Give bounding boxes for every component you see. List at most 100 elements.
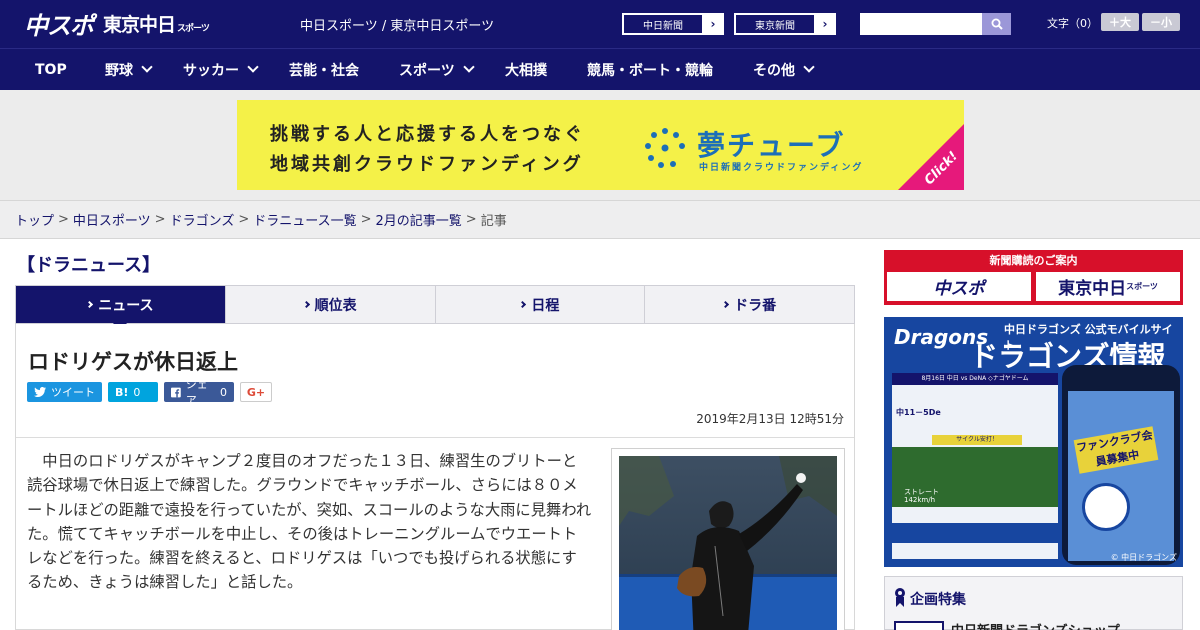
dragons-tabs: ニュース 順位表 日程 ドラ番	[15, 285, 855, 331]
dragons-copyright: © 中日ドラゴンズ	[1110, 553, 1177, 562]
tweet-button[interactable]: ツイート	[27, 382, 102, 402]
top-header: 中スポ 東京中日 スポーツ 中日スポーツ / 東京中日スポーツ 中日新聞 › 東京…	[0, 0, 1200, 48]
breadcrumb-february-list[interactable]: 2月の記事一覧	[376, 210, 462, 229]
google-plus-button[interactable]: G+	[240, 382, 272, 402]
dragons-mobile-ad[interactable]: Dragons 中日ドラゴンズ 公式モバイルサイト ドラゴンズ情報 8月16日 …	[884, 317, 1183, 567]
crowdfunding-ad-banner[interactable]: 挑戦する人と応援する人をつなぐ 地域共創クラウドファンディング 夢チューブ 中日…	[237, 100, 964, 190]
nav-item-soccer[interactable]: サッカー	[183, 49, 259, 90]
facebook-share-button[interactable]: シェア 0	[164, 378, 234, 407]
subscription-banner[interactable]: 新聞購読のご案内 中スポ 東京中日 スポーツ	[884, 250, 1183, 305]
main-nav: TOP 野球 サッカー 芸能・社会 スポーツ 大相撲 競馬・ボート・競輪 その他	[0, 48, 1200, 90]
tokyo-chunichi-logo-small: スポーツ	[177, 23, 210, 34]
tweet-label: ツイート	[51, 386, 95, 399]
tab-schedule[interactable]: 日程	[436, 286, 646, 323]
cycle-hit-badge: サイクル安打！	[932, 435, 1022, 445]
nav-item-baseball[interactable]: 野球	[105, 49, 153, 90]
hatena-count: 0	[133, 385, 141, 399]
breadcrumb-separator: >	[58, 212, 69, 227]
share-buttons: ツイート B! 0 シェア 0 G+	[27, 378, 272, 407]
article-photo-frame[interactable]	[611, 448, 845, 630]
phone-screen	[1068, 391, 1174, 561]
tokyo-chunichi-subscribe-text: 東京中日	[1058, 279, 1127, 299]
dots-logo-icon	[645, 128, 685, 168]
pitch-speed: 142km/h	[904, 496, 936, 504]
chuspo-subscribe-logo[interactable]: 中スポ	[887, 272, 1031, 301]
chevron-right-icon	[722, 300, 730, 309]
chevron-right-icon: ›	[822, 17, 828, 31]
breadcrumb-separator: >	[465, 212, 477, 227]
tokyo-chunichi-subscribe-logo[interactable]: 東京中日 スポーツ	[1036, 272, 1180, 301]
nav-item-label: スポーツ	[399, 62, 455, 79]
shop-thumbnail[interactable]	[894, 621, 944, 630]
nav-item-other[interactable]: その他	[753, 49, 815, 90]
search-button[interactable]	[982, 13, 1011, 35]
breadcrumb-chunichi-sports[interactable]: 中日スポーツ	[73, 210, 151, 229]
font-larger-button[interactable]: ＋大	[1101, 13, 1139, 31]
ribbon-icon	[895, 588, 905, 607]
nav-item-label: 大相撲	[505, 62, 547, 79]
phone-mockup: ファンクラブ会員募集中	[1062, 365, 1180, 565]
nav-item-label: 芸能・社会	[289, 62, 359, 79]
article: ロドリゲスが休日返上 ツイート B! 0 シェア 0 G+ 2019年2月13日…	[15, 324, 855, 630]
tokyo-chunichi-logo-text: 東京中日	[103, 13, 176, 36]
font-size-label: 文字（0）	[1047, 17, 1098, 30]
tab-standings[interactable]: 順位表	[226, 286, 436, 323]
ad-brand-sub: 中日新聞クラウドファンディング	[699, 163, 864, 173]
feature-item-dragons-shop[interactable]: 中日新聞ドラゴンズショップ	[951, 620, 1120, 630]
tab-label: 順位表	[314, 297, 357, 314]
section-title: 【ドラニュース】	[17, 255, 161, 276]
nav-item-racing[interactable]: 競馬・ボート・競輪	[587, 49, 713, 90]
site-name: 中日スポーツ / 東京中日スポーツ	[300, 19, 495, 34]
scoreboard-screen: 8月16日 中日 vs DeNA ◇ナゴヤドーム 中11－5De サイクル安打！…	[892, 373, 1058, 559]
nav-item-sumo[interactable]: 大相撲	[505, 49, 547, 90]
chunichi-shimbun-link[interactable]: 中日新聞 ›	[622, 13, 724, 35]
chuspo-logo[interactable]: 中スポ	[24, 6, 94, 41]
tab-label: 日程	[531, 297, 560, 314]
breadcrumb-separator: >	[238, 212, 250, 227]
chevron-right-icon: ›	[710, 17, 716, 31]
ad-line-2: 地域共創クラウドファンディング	[270, 154, 584, 175]
chevron-down-icon	[141, 61, 153, 73]
tokyo-chunichi-subscribe-small: スポーツ	[1126, 282, 1158, 291]
tab-dora-ban[interactable]: ドラ番	[645, 286, 854, 323]
facebook-share-label: シェア	[185, 378, 208, 407]
tokyo-chunichi-logo[interactable]: 東京中日 スポーツ	[103, 10, 210, 37]
font-smaller-button[interactable]: －小	[1142, 13, 1180, 31]
tokyo-shimbun-label: 東京新聞	[735, 14, 815, 34]
facebook-icon	[171, 387, 181, 397]
tab-news[interactable]: ニュース	[16, 286, 226, 331]
breadcrumb-current: 記事	[480, 214, 507, 229]
chevron-right-icon	[86, 300, 94, 309]
facebook-share-count: 0	[220, 385, 227, 399]
breadcrumb-separator: >	[154, 212, 166, 227]
nav-item-entertainment[interactable]: 芸能・社会	[289, 49, 359, 90]
ad-line-1: 挑戦する人と応援する人をつなぐ	[270, 124, 585, 145]
nav-item-sports[interactable]: スポーツ	[399, 49, 475, 90]
ad-brand: 夢チューブ	[697, 129, 846, 162]
chevron-down-icon	[803, 61, 815, 73]
nav-item-label: 競馬・ボート・競輪	[587, 62, 713, 79]
tokyo-shimbun-link[interactable]: 東京新聞 ›	[734, 13, 836, 35]
breadcrumb-separator: >	[360, 212, 372, 227]
nav-item-top[interactable]: TOP	[35, 49, 67, 90]
breadcrumb-dragons[interactable]: ドラゴンズ	[170, 210, 235, 229]
breadcrumb: トップ > 中日スポーツ > ドラゴンズ > ドラニュース一覧 > 2月の記事一覧 > 記…	[0, 200, 1200, 239]
menu-strip	[892, 523, 1058, 543]
breadcrumb-top[interactable]: トップ	[15, 210, 54, 229]
nav-item-label: TOP	[35, 61, 67, 78]
feature-box: 企画特集 中日新聞ドラゴンズショップ	[884, 576, 1183, 630]
pitcher-photo-illustration	[619, 456, 837, 630]
doala-mascot-icon	[1082, 483, 1130, 531]
chevron-right-icon	[519, 300, 527, 309]
nav-item-label: その他	[753, 62, 795, 79]
twitter-bird-icon	[34, 387, 46, 397]
nav-item-label: サッカー	[183, 62, 239, 79]
scoreboard-score: 中11－5De	[896, 408, 941, 417]
site-logo[interactable]: 中スポ 東京中日 スポーツ	[24, 6, 210, 41]
search-input[interactable]	[860, 13, 982, 35]
chevron-down-icon	[247, 61, 259, 73]
breadcrumb-dora-news-list[interactable]: ドラニュース一覧	[253, 210, 356, 229]
scoreboard-header: 8月16日 中日 vs DeNA ◇ナゴヤドーム	[892, 373, 1058, 385]
hatena-bookmark-button[interactable]: B! 0	[108, 382, 158, 402]
article-title: ロドリゲスが休日返上	[28, 350, 238, 374]
